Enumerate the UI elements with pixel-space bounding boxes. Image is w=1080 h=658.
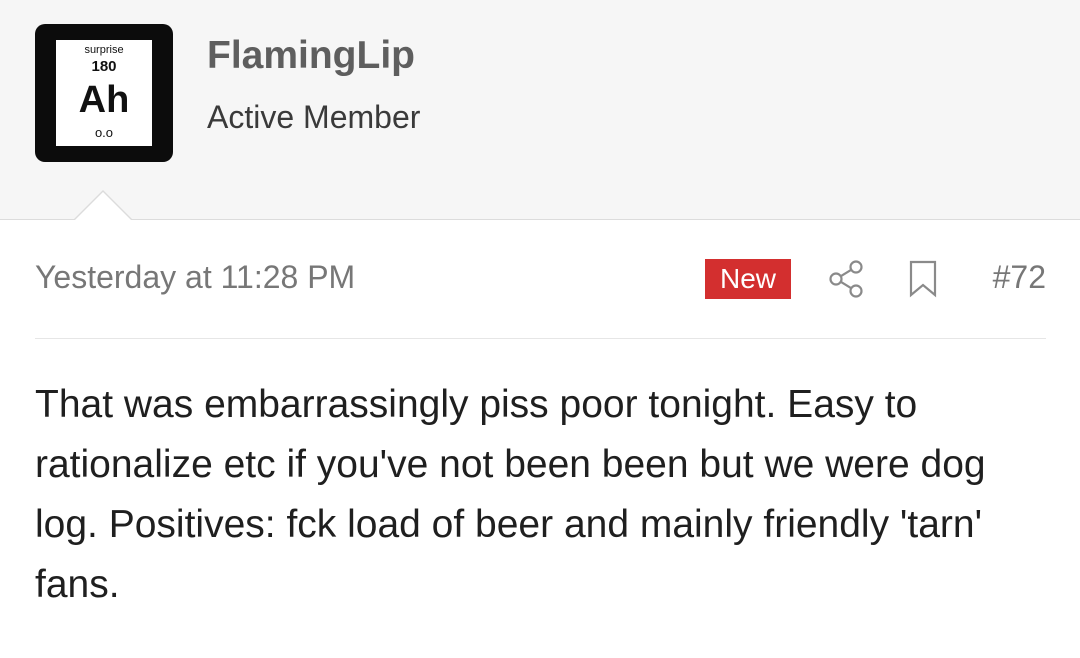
avatar-element-tile: surprise 180 Ah o.o <box>56 40 152 146</box>
meta-divider <box>35 338 1046 339</box>
post-meta: Yesterday at 11:28 PM New #72 <box>35 250 1046 308</box>
post-timestamp-link[interactable]: Yesterday at 11:28 PM <box>35 257 355 297</box>
avatar[interactable]: surprise 180 Ah o.o <box>35 24 173 162</box>
username-link[interactable]: FlamingLip <box>207 33 415 79</box>
new-badge: New <box>705 259 791 299</box>
avatar-element-name: surprise <box>84 44 124 56</box>
post-body: That was embarrassingly piss poor tonigh… <box>35 383 986 606</box>
header-pointer <box>74 190 132 220</box>
share-icon[interactable] <box>827 259 865 299</box>
avatar-element-number: 180 <box>91 58 117 75</box>
post-number-link[interactable]: #72 <box>993 257 1046 297</box>
avatar-element-mass: o.o <box>94 125 114 140</box>
avatar-element-symbol: Ah <box>78 79 130 121</box>
bookmark-icon[interactable] <box>908 260 938 298</box>
user-title: Active Member <box>207 99 421 135</box>
forum-post: surprise 180 Ah o.o FlamingLip Active Me… <box>0 0 1080 658</box>
user-header: surprise 180 Ah o.o FlamingLip Active Me… <box>0 0 1080 220</box>
